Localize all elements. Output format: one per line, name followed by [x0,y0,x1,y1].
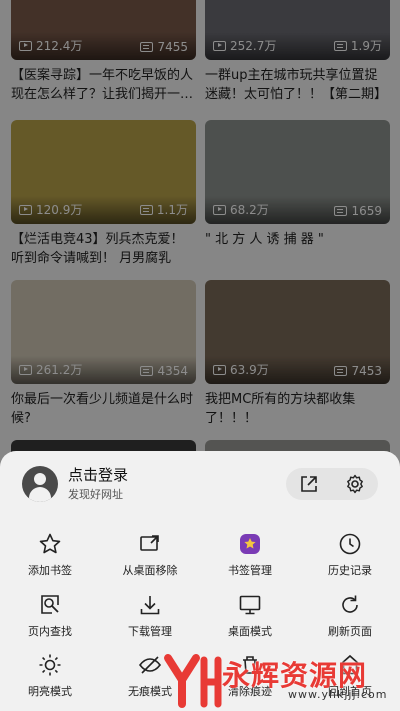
login-title[interactable]: 点击登录 [68,465,128,485]
menu-label: 明亮模式 [28,685,72,698]
watermark-url: www.yhkjjj.com [288,688,388,701]
login-row[interactable]: 点击登录 发现好网址 [22,465,128,503]
menu-refresh[interactable]: 刷新页面 [300,592,400,639]
desktop-remove-icon [137,531,163,557]
download-icon [137,592,163,618]
watermark-logo-icon [164,654,222,708]
menu-history[interactable]: 历史记录 [300,531,400,578]
watermark: 永辉资源网 www.yhkjjj.com [160,648,400,711]
menu-label: 从桌面移除 [122,564,178,577]
settings-gear-icon[interactable] [344,473,366,495]
bookmark-manager-icon [237,531,263,557]
menu-label: 书签管理 [228,564,272,577]
find-in-page-icon [37,592,63,618]
star-icon [37,531,63,557]
menu-add-bookmark[interactable]: 添加书签 [0,531,100,578]
login-subtitle: 发现好网址 [68,488,123,501]
menu-download-manager[interactable]: 下载管理 [100,592,200,639]
menu-label: 桌面模式 [228,625,272,638]
refresh-icon [337,592,363,618]
share-icon[interactable] [298,473,320,495]
monitor-icon [237,592,263,618]
menu-label: 刷新页面 [328,625,372,638]
menu-desktop-mode[interactable]: 桌面模式 [200,592,300,639]
menu-label: 页内查找 [28,625,72,638]
menu-remove-from-desktop[interactable]: 从桌面移除 [100,531,200,578]
sun-icon [37,652,63,678]
menu-bookmark-manager[interactable]: 书签管理 [200,531,300,578]
avatar-icon[interactable] [22,466,58,502]
menu-light-mode[interactable]: 明亮模式 [0,652,100,699]
menu-label: 添加书签 [28,564,72,577]
top-actions [286,468,378,500]
menu-label: 历史记录 [328,564,372,577]
clock-icon [337,531,363,557]
menu-find-in-page[interactable]: 页内查找 [0,592,100,639]
menu-label: 下载管理 [128,625,172,638]
